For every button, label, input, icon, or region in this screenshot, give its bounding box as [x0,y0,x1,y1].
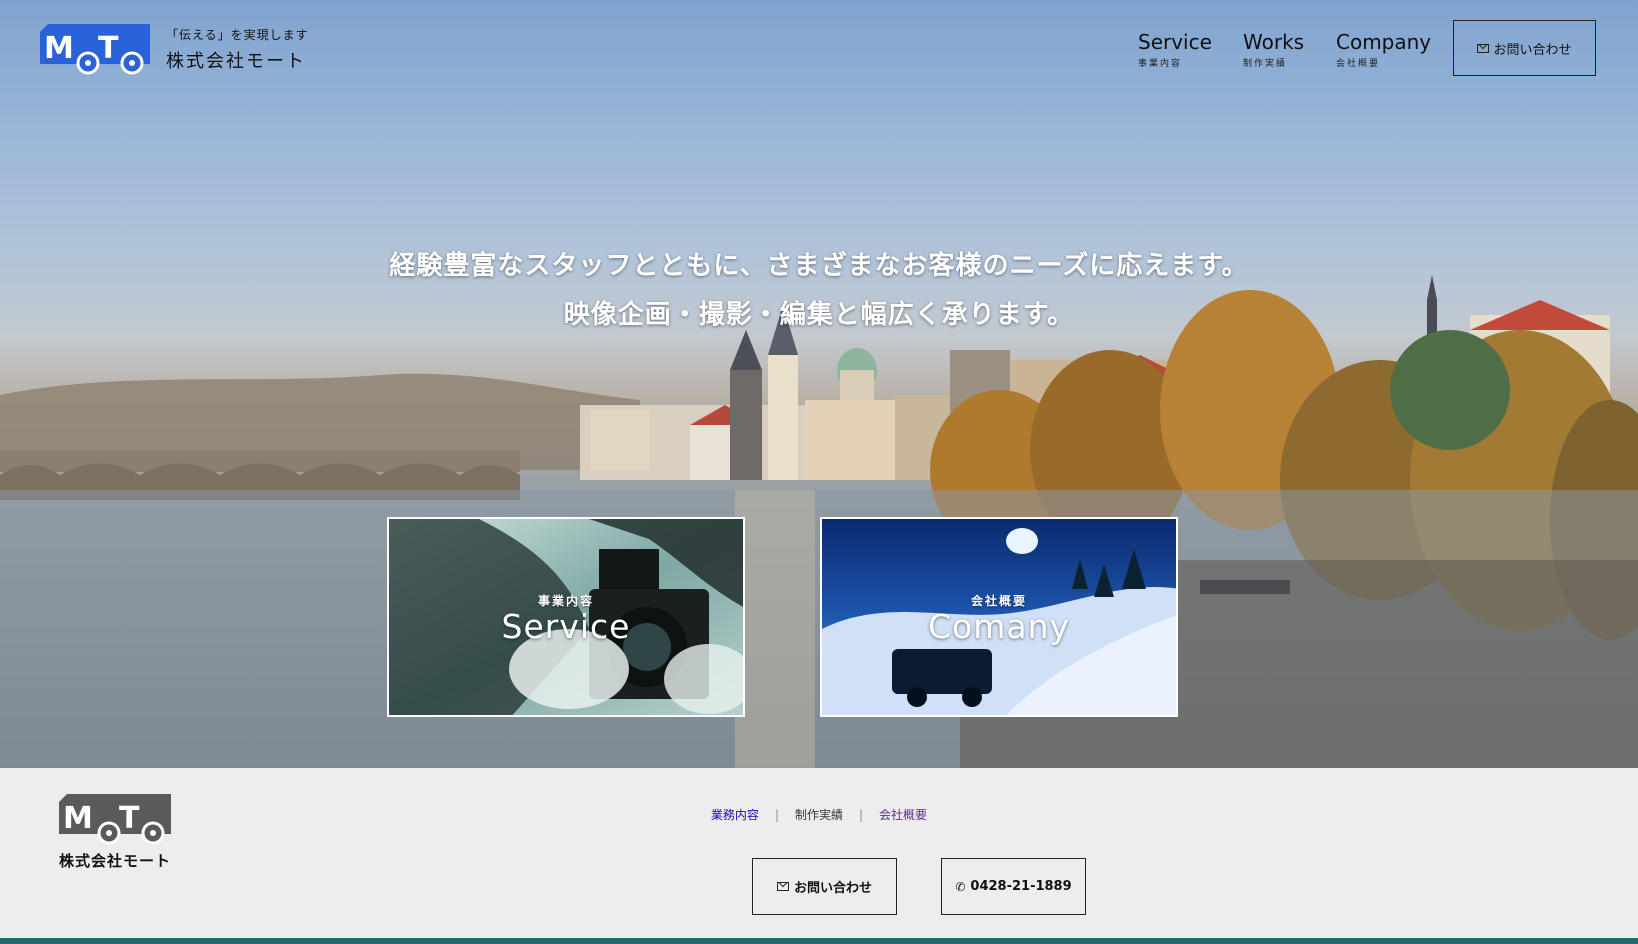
nav-service-label: Service [1138,30,1212,54]
hero-headline-line1: 経験豊富なスタッフとともに、さまざまなお客様のニーズに応えます。 [389,251,1249,281]
footer: M T 株式会社モート 業務内容 | 制作実績 | 会社概要 お問い合わせ ✆ … [0,768,1638,944]
footer-bottom-bar [0,938,1638,944]
footer-contact-label: お問い合わせ [793,881,872,896]
envelope-icon [1477,43,1490,53]
hero-headline-line2: 映像企画・撮影・編集と幅広く承ります。 [563,300,1075,330]
footer-company-name: 株式会社モート [59,852,172,870]
envelope-icon [776,882,789,891]
nav-service[interactable]: Service 事業内容 [1138,30,1212,69]
footer-separator: | [774,807,779,822]
svg-text:T: T [98,31,119,66]
header-company-name: 株式会社モート [166,51,306,72]
footer-nav: 業務内容 | 制作実績 | 会社概要 [0,806,1638,823]
nav-works-label: Works [1243,30,1305,54]
footer-contact-button[interactable]: お問い合わせ [752,858,897,915]
nav-company-label: Company [1336,30,1432,54]
company-card[interactable]: 会社概要 Comany [820,517,1178,717]
service-card-title: Service [501,607,631,646]
phone-icon: ✆ [955,879,966,894]
nav-works[interactable]: Works 制作実績 [1243,30,1304,69]
header-contact-button[interactable]: お問い合わせ [1453,20,1596,76]
footer-link-works[interactable]: 制作実績 [795,806,843,823]
nav-company-sublabel: 会社概要 [1336,59,1381,69]
hero-section: M T 「伝える」を実現します 株式会社モート Service 事業内容 Wor… [0,0,1638,768]
footer-separator: | [859,807,864,822]
hero-background-image [0,275,1638,768]
company-card-title: Comany [927,607,1071,646]
nav-company[interactable]: Company 会社概要 [1336,30,1431,69]
footer-phone-button[interactable]: ✆ 0428-21-1889 [941,858,1086,915]
footer-link-business[interactable]: 業務内容 [711,806,759,823]
nav-service-sublabel: 事業内容 [1138,59,1183,69]
service-card[interactable]: 事業内容 Service [387,517,745,717]
footer-phone-number: 0428-21-1889 [970,879,1072,894]
nav-works-sublabel: 制作実績 [1243,59,1288,69]
header-contact-label: お問い合わせ [1493,42,1572,58]
svg-text:M: M [44,31,74,66]
company-logo[interactable]: M T [40,24,150,76]
tagline: 「伝える」を実現します [166,28,309,42]
footer-link-company[interactable]: 会社概要 [879,806,927,823]
